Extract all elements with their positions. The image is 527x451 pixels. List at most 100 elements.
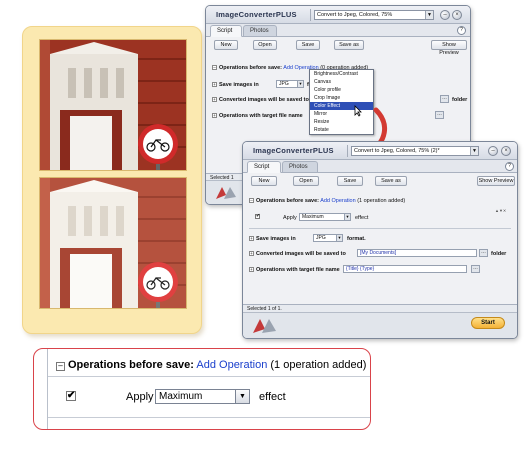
tab-script[interactable]: Script [247, 161, 281, 173]
output-folder-row: + Converted images will be saved to [212, 97, 309, 103]
operations-label: Operations before save: [219, 65, 282, 71]
target-label: Operations with target file name [219, 113, 303, 119]
save-images-label: Save images in [219, 82, 259, 88]
minimize-icon[interactable]: – [440, 10, 450, 20]
target-label: Operations with target file name [256, 267, 340, 273]
zoomed-operations-panel: – Operations before save: Add Operation (… [33, 348, 371, 430]
converted-label: Converted images will be saved to [219, 97, 309, 103]
title-separator [310, 9, 311, 21]
effect-select[interactable]: Maximum ▼ [155, 389, 250, 404]
chevron-down-icon: ▼ [235, 390, 249, 403]
app-logo-icon [216, 187, 236, 199]
operations-label: Operations before save: [68, 359, 194, 371]
save-as-button[interactable]: Save as [334, 40, 364, 50]
open-button[interactable]: Open [293, 176, 319, 186]
tab-bar: Script Photos ? [243, 160, 517, 173]
save-format-row: + Save images in [249, 236, 296, 242]
format-suffix: format. [347, 236, 366, 242]
bottom-bar: Start [243, 312, 517, 338]
preset-value: Convert to Jpeg, Colored, 75% [317, 12, 393, 18]
collapse-icon[interactable]: – [56, 362, 65, 371]
open-button[interactable]: Open [253, 40, 277, 50]
tab-bar: Script Photos ? [206, 24, 470, 37]
apply-label: Apply [126, 391, 154, 403]
start-button[interactable]: Start [471, 317, 505, 329]
collapse-icon[interactable]: – [212, 65, 217, 71]
format-value: JPG [316, 235, 326, 241]
target-file-row: + Operations with target file name [212, 113, 303, 119]
app-title: ImageConverterPLUS [253, 146, 334, 155]
preset-dropdown[interactable]: Convert to Jpeg, Colored, 75% (2)* ▼ [351, 146, 479, 156]
expand-icon[interactable]: + [212, 97, 217, 103]
folder-suffix: folder [452, 97, 468, 103]
format-select[interactable]: JPG ▼ [276, 80, 304, 88]
app-title: ImageConverterPLUS [216, 10, 297, 19]
operations-count: (1 operation added) [357, 198, 406, 204]
toolbar: New Open Save Save as Show Preview [206, 37, 470, 56]
operations-row: – Operations before save: Add Operation (… [56, 359, 366, 371]
menu-item-crop[interactable]: Crop Image [310, 94, 373, 102]
save-as-button[interactable]: Save as [375, 176, 407, 186]
tab-photos[interactable]: Photos [243, 25, 277, 37]
preset-dropdown[interactable]: Convert to Jpeg, Colored, 75% ▼ [314, 10, 434, 20]
app-logo-icon [253, 319, 276, 333]
show-preview-button[interactable]: Show Preview [431, 40, 467, 56]
collapse-icon[interactable]: – [249, 198, 254, 204]
format-value: JPG [279, 81, 289, 87]
add-operation-link[interactable]: Add Operation [196, 359, 267, 371]
browse-folder-button[interactable]: … [440, 95, 449, 103]
effect-value: Maximum [159, 391, 203, 402]
section-divider [48, 417, 370, 418]
menu-item-canvas[interactable]: Canvas [310, 78, 373, 86]
section-divider [48, 376, 370, 377]
new-button[interactable]: New [214, 40, 238, 50]
close-icon[interactable]: × [501, 146, 511, 156]
expand-icon[interactable]: + [212, 113, 217, 119]
target-file-row: + Operations with target file name [249, 267, 340, 273]
new-button[interactable]: New [251, 176, 277, 186]
photo-comparison-card [22, 26, 202, 334]
help-icon[interactable]: ? [457, 26, 466, 35]
reorder-arrows-icon[interactable]: ▲▼✕ [495, 208, 506, 213]
target-options-button[interactable]: … [435, 111, 444, 119]
folder-suffix: folder [491, 251, 507, 257]
effect-select[interactable]: Maximum ▼ [299, 213, 351, 221]
save-button[interactable]: Save [337, 176, 363, 186]
tab-photos[interactable]: Photos [282, 161, 318, 173]
browse-folder-button[interactable]: … [479, 249, 488, 257]
effect-suffix: effect [259, 391, 286, 403]
save-button[interactable]: Save [296, 40, 320, 50]
menu-item-brightness[interactable]: Brightness/Contrast [310, 70, 373, 78]
titlebar: ImageConverterPLUS Convert to Jpeg, Colo… [206, 6, 470, 24]
original-photo [39, 39, 187, 171]
save-images-label: Save images in [256, 236, 296, 242]
chevron-down-icon: ▼ [470, 147, 478, 155]
minimize-icon[interactable]: – [488, 146, 498, 156]
expand-icon[interactable]: + [249, 236, 254, 242]
section-divider [249, 228, 511, 229]
titlebar: ImageConverterPLUS Convert to Jpeg, Colo… [243, 142, 517, 160]
add-operation-link[interactable]: Add Operation [320, 198, 355, 204]
help-icon[interactable]: ? [505, 162, 514, 171]
target-filename-input[interactable]: {Title} {Type} [343, 265, 467, 273]
expand-icon[interactable]: + [249, 251, 254, 257]
show-preview-button[interactable]: Show Preview [477, 176, 515, 186]
apply-checkbox[interactable]: ✔ [255, 214, 260, 219]
output-folder-input[interactable]: [My Documents] [357, 249, 477, 257]
expand-icon[interactable]: + [212, 82, 217, 88]
close-icon[interactable]: × [452, 10, 462, 20]
effect-value: Maximum [302, 214, 324, 220]
apply-checkbox[interactable]: ✔ [66, 391, 76, 401]
operations-count: (1 operation added) [270, 359, 367, 371]
target-options-button[interactable]: … [471, 265, 480, 273]
toolbar: New Open Save Save as Show Preview [243, 173, 517, 189]
chevron-down-icon: ▼ [344, 214, 350, 220]
save-format-row: + Save images in [212, 82, 259, 88]
expand-icon[interactable]: + [249, 267, 254, 273]
title-separator [347, 145, 348, 157]
output-folder-row: + Converted images will be saved to [249, 251, 346, 257]
effect-suffix: effect [355, 215, 369, 221]
format-select[interactable]: JPG ▼ [313, 234, 343, 242]
menu-item-color-profile[interactable]: Color profile [310, 86, 373, 94]
tab-script[interactable]: Script [210, 25, 242, 37]
